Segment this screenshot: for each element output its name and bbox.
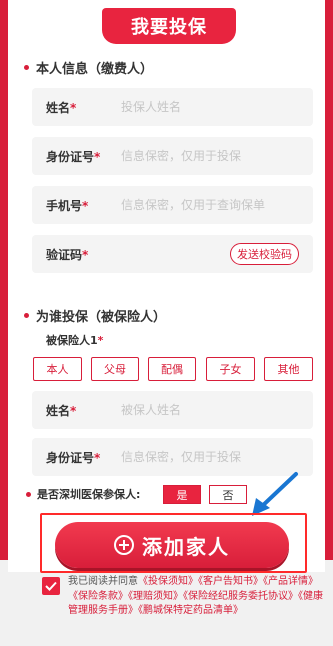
frame-left (0, 0, 8, 560)
applicant-id-field[interactable]: 身份证号* (32, 137, 313, 175)
relation-other-button[interactable]: 其他 (264, 357, 313, 381)
frame-right (325, 0, 333, 560)
field-label: 验证码* (46, 247, 89, 262)
field-label: 姓名* (46, 100, 77, 115)
bullet-icon (24, 313, 29, 318)
relation-spouse-button[interactable]: 配偶 (148, 357, 196, 381)
field-label: 手机号* (46, 198, 89, 213)
add-family-label: 添加家人 (142, 534, 230, 559)
field-label: 身份证号* (46, 450, 101, 465)
insured-heading-text: 为谁投保（被保险人） (36, 310, 167, 325)
shenzhen-yes-button[interactable]: 是 (163, 485, 201, 504)
applicant-phone-field[interactable]: 手机号* (32, 186, 313, 224)
page-title: 我要投保 (102, 8, 236, 44)
pointer-arrow-icon (252, 472, 298, 516)
agreement-prefix: 我已阅读并同意 (68, 576, 138, 587)
verification-code-input[interactable] (121, 247, 211, 261)
add-family-button[interactable]: 添加家人 (55, 522, 289, 568)
applicant-name-field[interactable]: 姓名* (32, 88, 313, 126)
plus-circle-icon (114, 535, 134, 555)
field-label: 身份证号* (46, 149, 101, 164)
bullet-icon (26, 491, 31, 497)
agreement-text: 我已阅读并同意《投保须知》《客户告知书》《产品详情》《保险条款》《理赔须知》《保… (68, 575, 323, 619)
verification-code-field[interactable]: 验证码* 发送校验码 (32, 235, 313, 273)
insured-person-label: 被保险人1* (46, 334, 104, 347)
relation-self-button[interactable]: 本人 (33, 357, 82, 381)
relation-child-button[interactable]: 子女 (206, 357, 255, 381)
insured-name-field[interactable]: 姓名* (32, 391, 313, 429)
check-icon (45, 581, 57, 591)
insured-name-input[interactable] (121, 403, 271, 417)
applicant-name-input[interactable] (121, 100, 271, 114)
shenzhen-no-button[interactable]: 否 (209, 485, 247, 504)
field-label: 姓名* (46, 403, 77, 418)
applicant-phone-input[interactable] (121, 198, 271, 212)
insured-id-input[interactable] (121, 450, 271, 464)
shenzhen-insurance-question: 是否深圳医保参保人: (26, 486, 140, 502)
agreement-checkbox[interactable] (42, 577, 60, 595)
bullet-icon (24, 65, 29, 70)
insured-section-heading: 为谁投保（被保险人） (24, 306, 166, 325)
send-code-button[interactable]: 发送校验码 (230, 243, 299, 265)
applicant-section-heading: 本人信息（缴费人） (24, 58, 153, 77)
applicant-heading-text: 本人信息（缴费人） (36, 62, 154, 77)
applicant-id-input[interactable] (121, 149, 271, 163)
relation-parents-button[interactable]: 父母 (91, 357, 139, 381)
